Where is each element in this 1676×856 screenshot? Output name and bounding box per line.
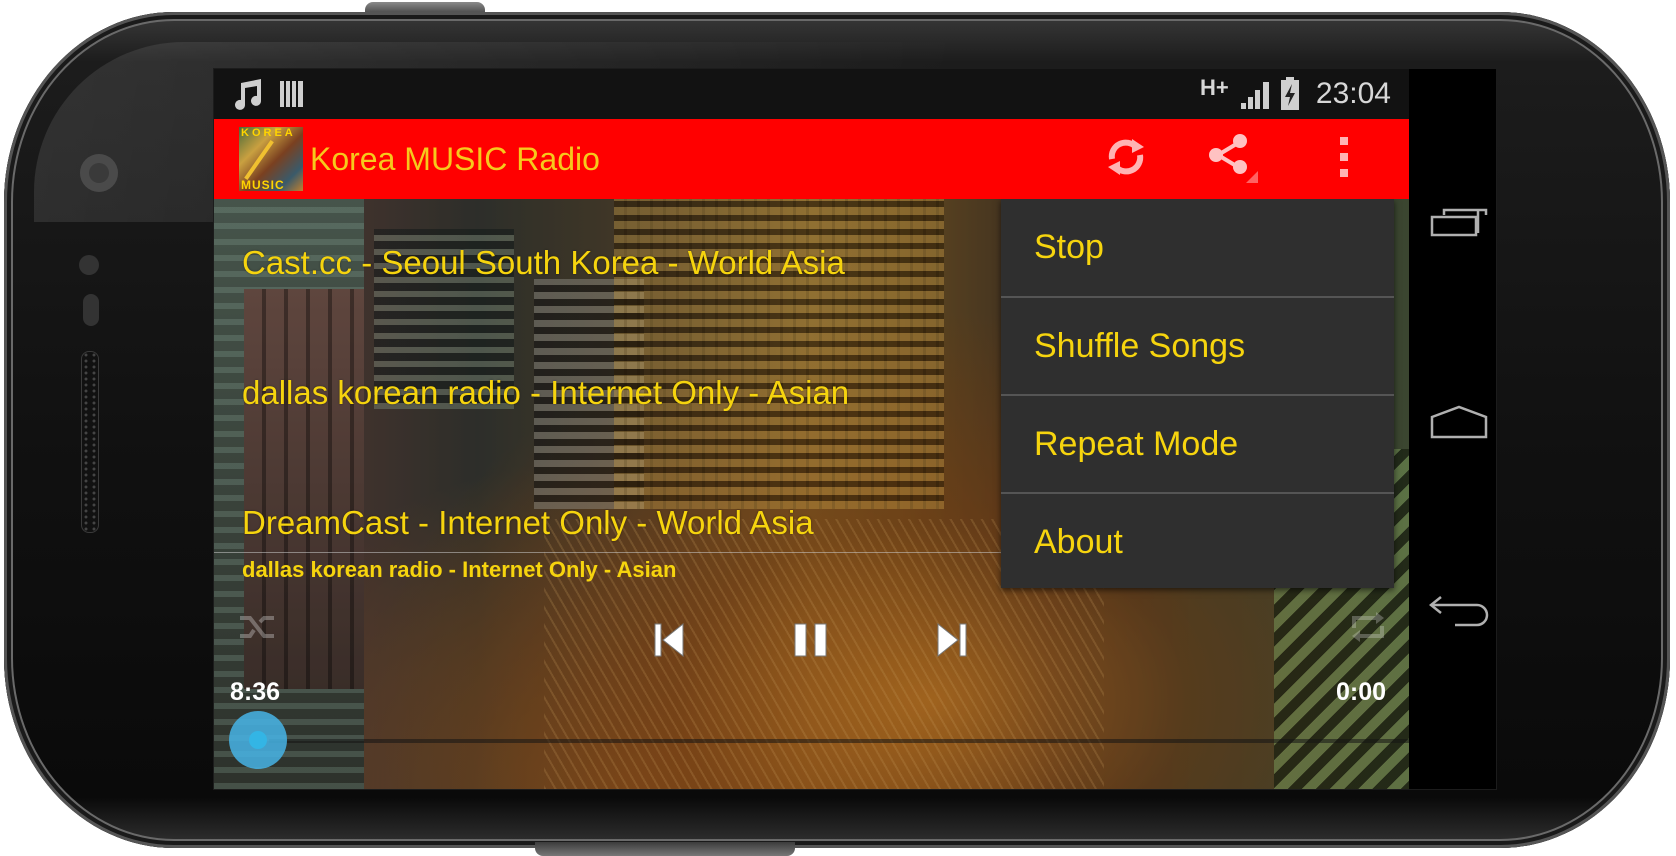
pause-icon: [792, 621, 830, 664]
recent-apps-icon: [1430, 207, 1488, 242]
menu-item-label: Stop: [1034, 228, 1104, 266]
network-type: H+: [1200, 75, 1229, 100]
seek-bar[interactable]: [269, 739, 1409, 743]
seek-thumb-core: [249, 731, 267, 749]
back-icon: [1427, 595, 1491, 634]
refresh-button[interactable]: [1096, 129, 1156, 189]
logo-art: [244, 140, 274, 180]
menu-item-repeat-mode[interactable]: Repeat Mode: [1001, 396, 1394, 493]
player-content: Cast.cc - Seoul South Korea - World Asia…: [214, 199, 1409, 789]
music-note-icon: [232, 75, 264, 113]
menu-item-label: About: [1034, 523, 1123, 561]
pause-button[interactable]: [786, 617, 836, 667]
back-button[interactable]: [1427, 589, 1491, 639]
navigation-bar: [1409, 69, 1496, 789]
menu-item-shuffle-songs[interactable]: Shuffle Songs: [1001, 298, 1394, 395]
status-bar: H+ 23:04: [214, 69, 1409, 119]
clock: 23:04: [1315, 77, 1391, 110]
share-button[interactable]: [1202, 129, 1262, 189]
remaining-time: 0:00: [1336, 678, 1387, 706]
app-action-bar: KOREA MUSIC Korea MUSIC Radio: [214, 119, 1409, 199]
overflow-menu-button[interactable]: [1314, 129, 1374, 189]
more-vertical-icon: [1337, 135, 1351, 184]
battery-charging-icon: [1279, 75, 1301, 113]
station-list-item[interactable]: dallas korean radio - Internet Only - As…: [242, 373, 849, 413]
home-icon: [1430, 405, 1488, 444]
volume-button: [535, 842, 795, 856]
menu-item-stop[interactable]: Stop: [1001, 199, 1394, 296]
skip-next-icon: [935, 621, 969, 664]
station-list-item[interactable]: Cast.cc - Seoul South Korea - World Asia: [242, 243, 845, 283]
device-screen: H+ 23:04 KOREA MUSIC Korea MUSIC Radio C…: [213, 68, 1497, 790]
light-sensor: [83, 294, 99, 326]
seek-thumb[interactable]: [229, 711, 287, 769]
recent-apps-button[interactable]: [1429, 199, 1489, 249]
skip-previous-icon: [652, 621, 686, 664]
shuffle-icon: [238, 610, 278, 649]
earpiece-speaker: [81, 351, 99, 533]
logo-text-top: KOREA: [241, 127, 296, 139]
shuffle-button[interactable]: [234, 609, 282, 649]
now-playing-title: dallas korean radio - Internet Only - As…: [242, 557, 677, 582]
repeat-icon: [1348, 610, 1388, 649]
app-title: Korea MUSIC Radio: [310, 141, 600, 177]
home-button[interactable]: [1429, 399, 1489, 449]
elapsed-time: 8:36: [230, 678, 281, 706]
list-divider: [214, 552, 1004, 553]
front-camera: [80, 154, 118, 192]
signal-strength-icon: [1239, 75, 1273, 113]
barcode-icon: [279, 75, 305, 113]
share-icon: [1204, 129, 1260, 190]
menu-item-label: Repeat Mode: [1034, 425, 1239, 463]
overflow-menu: Stop Shuffle Songs Repeat Mode About: [1001, 199, 1394, 588]
previous-button[interactable]: [644, 617, 694, 667]
next-button[interactable]: [927, 617, 977, 667]
menu-item-about[interactable]: About: [1001, 494, 1394, 591]
refresh-icon: [1102, 133, 1150, 186]
logo-text-bottom: MUSIC: [241, 178, 285, 192]
menu-item-label: Shuffle Songs: [1034, 327, 1246, 365]
repeat-button[interactable]: [1344, 609, 1392, 649]
station-list-item[interactable]: DreamCast - Internet Only - World Asia: [242, 503, 814, 543]
app-logo[interactable]: KOREA MUSIC: [239, 127, 303, 192]
proximity-sensor: [79, 255, 99, 275]
